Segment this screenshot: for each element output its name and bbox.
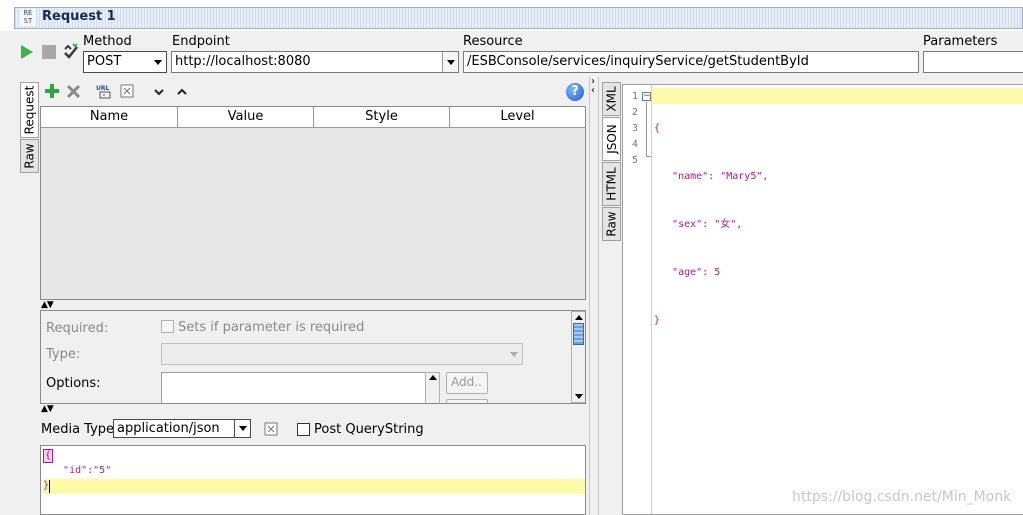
chevron-down-icon[interactable] <box>442 52 458 72</box>
response-line-2: "name": "Mary5", <box>654 171 769 182</box>
expand-icon[interactable] <box>120 84 134 101</box>
type-select[interactable] <box>161 343 523 365</box>
current-line-highlight <box>43 479 585 494</box>
tab-request[interactable]: Request <box>20 82 39 138</box>
body-line-2: "id":"5" <box>45 465 112 476</box>
collapse-icon[interactable]: − <box>642 92 651 101</box>
column-header-name[interactable]: Name <box>41 107 178 128</box>
options-list[interactable] <box>161 372 427 403</box>
help-icon[interactable]: ? <box>566 83 584 101</box>
details-scrollbar[interactable] <box>571 311 585 403</box>
type-label: Type: <box>46 347 81 362</box>
tab-raw-request[interactable]: Raw <box>20 139 39 173</box>
remove-param-icon[interactable] <box>66 84 81 102</box>
watermark: https://blog.csdn.net/Min_Monk <box>792 489 1012 505</box>
method-label: Method <box>83 34 132 49</box>
response-viewer[interactable]: 1 2 3 4 5 − { "name": "Mary5", "sex": "女… <box>622 84 1023 515</box>
tab-json[interactable]: JSON <box>602 117 621 161</box>
text-cursor <box>49 480 50 493</box>
chevron-down-icon[interactable] <box>234 420 250 437</box>
method-value: POST <box>87 54 122 69</box>
param-details-panel: Required: Sets if parameter is required … <box>40 310 586 404</box>
stop-icon[interactable] <box>42 45 56 59</box>
options-label: Options: <box>46 376 101 391</box>
required-label: Required: <box>46 321 109 336</box>
run-icon[interactable] <box>20 44 34 63</box>
endpoint-combo[interactable]: http://localhost:8080 <box>171 51 459 73</box>
resource-input[interactable]: /ESBConsole/services/inquiryService/getS… <box>463 51 919 73</box>
response-line-1: { <box>654 123 661 134</box>
required-checkbox[interactable] <box>161 320 174 333</box>
resource-value: /ESBConsole/services/inquiryService/getS… <box>467 54 809 69</box>
response-line-3: "sex": "女", <box>654 219 743 230</box>
svg-text:URL: URL <box>96 85 109 92</box>
resource-label: Resource <box>463 34 523 49</box>
column-header-style[interactable]: Style <box>314 107 450 128</box>
rest-request-window: RE ST Request 1 Method POST Endpoint http… <box>0 0 1023 515</box>
body-line-1: { <box>43 449 54 463</box>
options-scrollbar[interactable] <box>425 372 440 403</box>
parameters-input[interactable] <box>923 51 1023 73</box>
response-line-4: "age": 5 <box>654 267 721 278</box>
url-encode-icon[interactable]: URL <box>96 84 112 102</box>
splitter-handle[interactable]: ▲▼ <box>41 300 54 310</box>
post-querystring-checkbox[interactable] <box>297 423 310 436</box>
splitter-handle[interactable]: ▲▼ <box>41 404 54 414</box>
window-title: Request 1 <box>42 9 116 24</box>
media-type-select[interactable]: application/json <box>113 419 251 438</box>
rest-icon: RE ST <box>20 9 36 26</box>
response-line-5: } <box>654 315 661 326</box>
panel-divider[interactable]: › ‹ <box>589 77 599 515</box>
required-checkbox-label: Sets if parameter is required <box>178 320 365 335</box>
add-option-button[interactable]: Add.. <box>446 372 488 394</box>
media-type-label: Media Type <box>41 422 115 437</box>
expand-icon[interactable] <box>264 422 278 439</box>
move-up-icon[interactable] <box>177 86 187 100</box>
tab-xml[interactable]: XML <box>602 82 621 116</box>
parameters-label: Parameters <box>923 34 998 49</box>
media-type-value: application/json <box>117 421 220 436</box>
endpoint-value: http://localhost:8080 <box>175 54 311 69</box>
params-table[interactable]: Name Value Style Level <box>40 106 586 300</box>
add-param-icon[interactable] <box>44 83 60 102</box>
post-querystring-label: Post QueryString <box>314 422 424 437</box>
column-header-value[interactable]: Value <box>178 107 314 128</box>
column-header-level[interactable]: Level <box>450 107 585 128</box>
method-select[interactable]: POST <box>83 51 167 73</box>
request-body-editor[interactable]: { "id":"5" } <box>40 445 586 515</box>
line-number-gutter: 1 2 3 4 5 − <box>623 85 652 514</box>
chevron-down-icon[interactable] <box>150 52 166 72</box>
title-bar: RE ST Request 1 <box>0 0 1023 31</box>
tab-raw-response[interactable]: Raw <box>602 207 621 241</box>
remove-option-button[interactable] <box>446 399 488 403</box>
check-auth-icon[interactable] <box>63 42 79 63</box>
tab-html[interactable]: HTML <box>602 162 621 206</box>
endpoint-label: Endpoint <box>172 34 230 49</box>
chevron-down-icon <box>510 352 518 357</box>
move-down-icon[interactable] <box>154 86 164 100</box>
